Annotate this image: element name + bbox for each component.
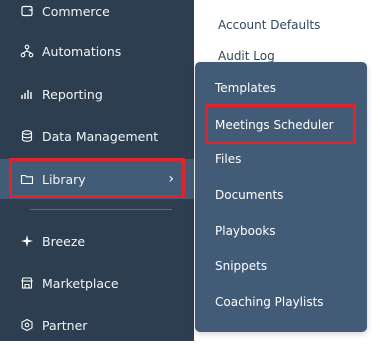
audit-log-link[interactable]: Audit Log: [218, 49, 275, 63]
sidebar-item-label: Partner: [42, 317, 88, 333]
commerce-icon: [20, 4, 34, 18]
sidebar-item-marketplace[interactable]: Marketplace: [0, 263, 194, 303]
database-icon: [20, 129, 34, 143]
sidebar-item-automations[interactable]: Automations: [0, 31, 194, 71]
sparkle-icon: [20, 234, 34, 248]
sidebar-item-label: Data Management: [42, 128, 159, 144]
sidebar-item-commerce[interactable]: Commerce: [0, 0, 194, 31]
reporting-icon: [20, 87, 34, 101]
chevron-right-icon: ›: [168, 171, 174, 187]
library-flyout-menu: Templates Meetings Scheduler Files Docum…: [195, 62, 367, 332]
sidebar-item-data-management[interactable]: Data Management: [0, 116, 194, 156]
sidebar: Commerce Automations Reporting Data Mana…: [0, 0, 194, 341]
store-icon: [20, 276, 34, 290]
sidebar-item-label: Breeze: [42, 233, 86, 249]
flyout-item-playbooks[interactable]: Playbooks: [215, 224, 276, 238]
folder-icon: [20, 172, 34, 186]
sidebar-item-partner[interactable]: Partner: [0, 305, 194, 345]
flyout-item-meetings-scheduler[interactable]: Meetings Scheduler: [215, 118, 334, 132]
flyout-item-coaching-playlists[interactable]: Coaching Playlists: [215, 295, 324, 309]
sidebar-item-breeze[interactable]: Breeze: [0, 221, 194, 261]
account-defaults-link[interactable]: Account Defaults: [218, 18, 320, 32]
sidebar-item-label: Commerce: [42, 3, 110, 19]
sidebar-item-label: Automations: [42, 43, 122, 59]
automations-icon: [20, 44, 34, 58]
flyout-item-documents[interactable]: Documents: [215, 188, 283, 202]
flyout-item-snippets[interactable]: Snippets: [215, 259, 267, 273]
partner-icon: [20, 318, 34, 332]
sidebar-item-label: Reporting: [42, 86, 103, 102]
flyout-item-files[interactable]: Files: [215, 152, 241, 166]
sidebar-item-reporting[interactable]: Reporting: [0, 74, 194, 114]
sidebar-item-label: Library: [42, 171, 86, 187]
sidebar-divider: [30, 209, 172, 210]
flyout-item-templates[interactable]: Templates: [215, 81, 276, 95]
sidebar-item-library[interactable]: Library ›: [0, 159, 194, 199]
sidebar-item-label: Marketplace: [42, 275, 119, 291]
